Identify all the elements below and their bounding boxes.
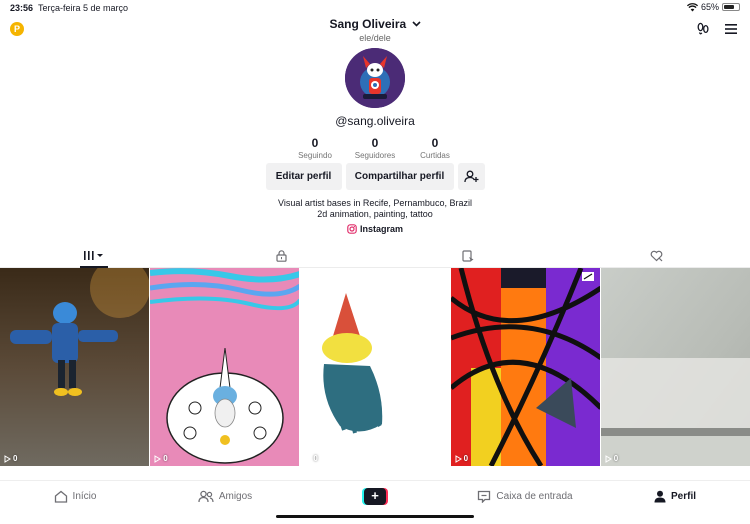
share-profile-button[interactable]: Compartilhar perfil [345, 163, 454, 190]
view-count: 0 [304, 454, 318, 463]
stat-label: Curtidas [420, 151, 450, 160]
video-thumbnail[interactable]: 0 [300, 268, 450, 466]
menu-icon[interactable] [724, 23, 738, 35]
add-user-icon [463, 170, 478, 183]
stat-label: Seguindo [298, 151, 332, 160]
bio: Visual artist bases in Recife, Pernambuc… [0, 198, 750, 220]
edit-profile-button[interactable]: Editar perfil [265, 163, 342, 190]
thumbnail-image [450, 268, 600, 466]
video-thumbnail[interactable]: 0 [150, 268, 300, 466]
profile-actions: Editar perfil Compartilhar perfil [0, 163, 750, 190]
stat-following[interactable]: 0 Seguindo [285, 136, 345, 160]
lock-icon [276, 249, 287, 262]
view-count-value: 0 [13, 454, 18, 463]
view-count-value: 0 [313, 454, 318, 463]
create-button[interactable]: + [362, 488, 388, 505]
profile-stats: 0 Seguindo 0 Seguidores 0 Curtidas [0, 136, 750, 160]
view-count: 0 [154, 454, 168, 463]
battery-icon [722, 3, 740, 11]
inbox-icon [478, 490, 491, 503]
view-count: 0 [605, 454, 618, 463]
thumbnail-image [300, 268, 450, 466]
play-icon [154, 454, 162, 463]
friends-icon [198, 490, 214, 503]
plus-icon: + [364, 488, 386, 505]
avatar-illustration [345, 48, 405, 108]
instagram-link[interactable]: Instagram [0, 224, 750, 234]
play-icon [4, 454, 11, 463]
nav-friends-label: Amigos [218, 491, 253, 502]
grid-icon [83, 251, 103, 260]
thumbnail-image [150, 268, 300, 466]
home-indicator [276, 515, 474, 518]
nav-friends[interactable]: Amigos [150, 481, 300, 512]
tab-videos[interactable] [0, 244, 188, 268]
video-thumbnail[interactable]: 0 [600, 268, 750, 466]
profile-tabs [0, 244, 750, 268]
wifi-icon [686, 2, 698, 11]
view-count-value: 0 [163, 454, 168, 463]
nav-profile-label: Perfil [670, 491, 696, 502]
thumbnail-image [0, 268, 150, 466]
nav-home-label: Início [72, 491, 97, 502]
stat-value: 0 [431, 136, 439, 150]
nav-create[interactable]: + [300, 481, 450, 512]
stat-value: 0 [371, 136, 379, 150]
nav-inbox-label: Caixa de entrada [496, 491, 573, 502]
nav-inbox[interactable]: Caixa de entrada [450, 481, 600, 512]
stat-value: 0 [311, 136, 319, 150]
view-count-value: 0 [613, 454, 619, 463]
play-icon [455, 454, 462, 463]
nav-home[interactable]: Início [0, 481, 150, 512]
status-right: 65% [686, 2, 740, 12]
stat-label: Seguidores [354, 151, 396, 160]
video-grid: 0 0 0 0 0 [0, 268, 750, 466]
display-name: Sang Oliveira [329, 17, 407, 31]
bottom-navigation: Início Amigos + Caixa de entrada Perfil [0, 480, 750, 512]
stat-followers[interactable]: 0 Seguidores [345, 136, 405, 160]
battery-percent: 65% [700, 2, 719, 12]
profile-icon [654, 490, 666, 503]
tab-tagged[interactable] [375, 244, 563, 267]
liked-icon [650, 250, 663, 261]
play-icon [605, 454, 612, 463]
status-time: 23:56 [10, 3, 34, 13]
top-right-actions [696, 22, 738, 36]
bio-line: Visual artist bases in Recife, Pernambuc… [278, 198, 472, 208]
profile-name-switcher[interactable]: Sang Oliveira [0, 17, 750, 31]
status-bar: 23:56 Terça-feira 5 de março 65% [0, 0, 750, 16]
status-date: Terça-feira 5 de março [38, 3, 129, 13]
instagram-label: Instagram [359, 224, 403, 234]
pronouns: ele/dele [359, 33, 391, 43]
view-count-value: 0 [463, 454, 469, 463]
nav-profile[interactable]: Perfil [600, 481, 750, 512]
view-count: 0 [455, 454, 468, 463]
tagged-icon [462, 249, 474, 262]
username-handle: @sang.oliveira [335, 114, 415, 128]
instagram-icon [347, 224, 357, 234]
tab-liked[interactable] [563, 244, 750, 267]
home-icon [54, 490, 67, 503]
add-friend-button[interactable] [457, 163, 485, 190]
tab-private[interactable] [188, 244, 376, 267]
view-count: 0 [4, 454, 17, 463]
bio-line: 2d animation, painting, tattoo [317, 209, 433, 219]
stat-likes[interactable]: 0 Curtidas [405, 136, 465, 160]
footprints-icon[interactable] [696, 22, 710, 36]
chevron-down-icon [411, 21, 421, 27]
play-icon [304, 454, 312, 463]
thumbnail-image [600, 268, 750, 466]
avatar[interactable] [345, 48, 405, 108]
video-thumbnail[interactable]: 0 [450, 268, 600, 466]
video-thumbnail[interactable]: 0 [0, 268, 150, 466]
